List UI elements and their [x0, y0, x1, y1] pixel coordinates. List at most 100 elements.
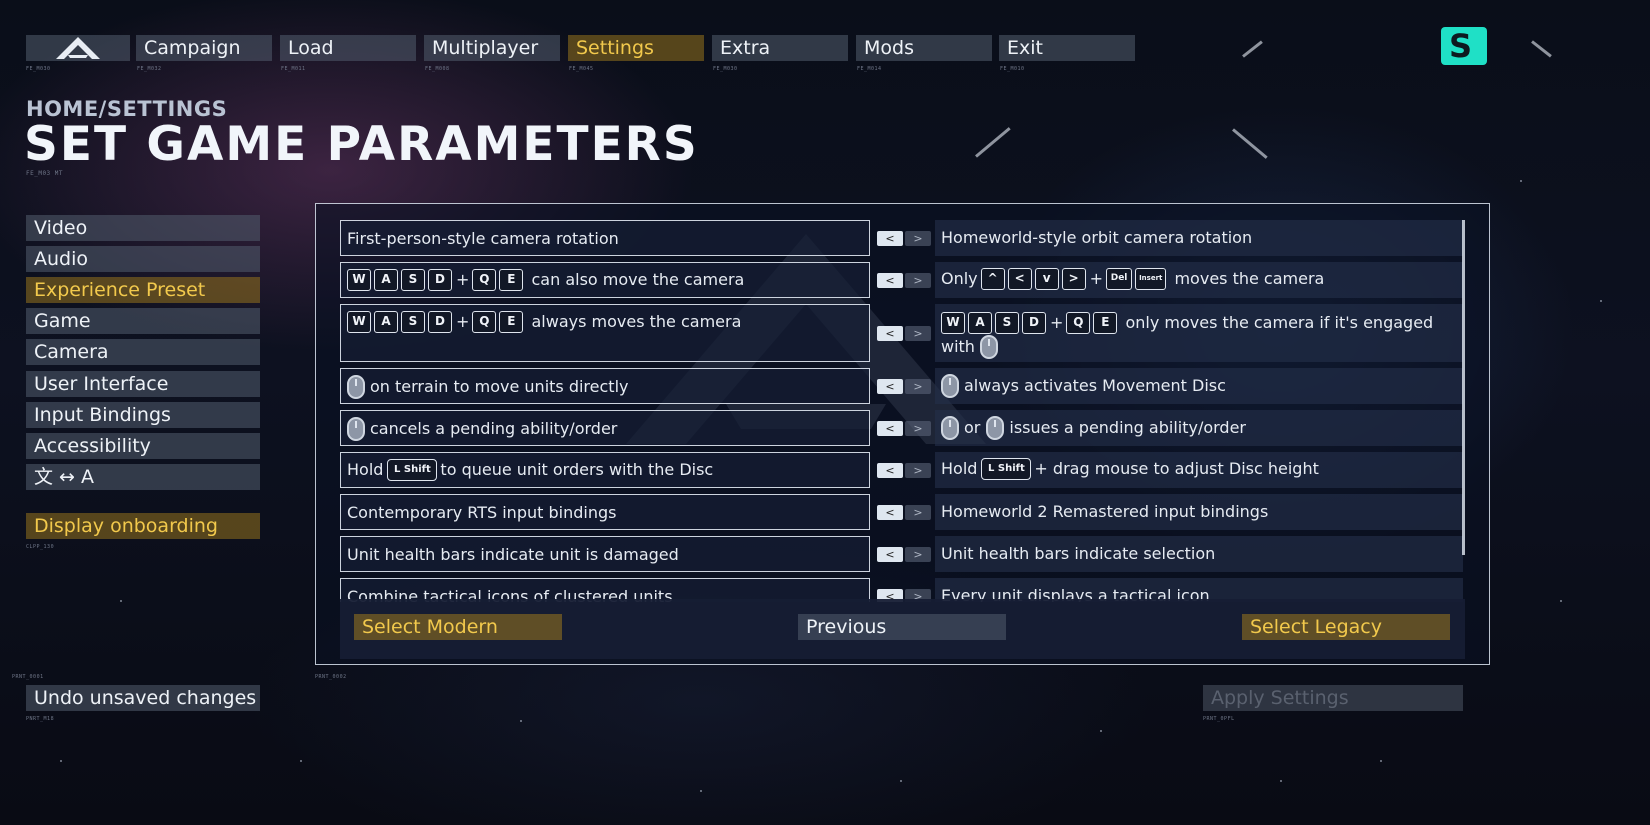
sidebar-item-accessibility[interactable]: Accessibility [26, 433, 260, 459]
toggle-right-arrow-icon[interactable]: > [905, 505, 931, 520]
sidebar-item-user-interface[interactable]: User Interface [26, 371, 260, 397]
option-text: First-person-style camera rotation [347, 229, 619, 248]
option-text: Homeworld-style orbit camera rotation [941, 228, 1253, 247]
options-list: First-person-style camera rotation < > H… [340, 220, 1465, 602]
option-toggle[interactable]: < > [877, 326, 931, 341]
undo-code: PNRT_M18 [26, 716, 55, 722]
key-q: Q [1066, 311, 1091, 334]
toggle-right-arrow-icon[interactable]: > [905, 463, 931, 478]
toggle-right-arrow-icon[interactable]: > [905, 231, 931, 246]
nav-code: FE_M011 [281, 66, 306, 72]
toggle-right-arrow-icon[interactable]: > [905, 547, 931, 562]
key-w: W [347, 311, 371, 333]
toggle-left-arrow-icon[interactable]: < [877, 421, 903, 436]
nav-code: FE_M030 [713, 66, 738, 72]
nav-home-logo-button[interactable] [26, 35, 130, 61]
deco-slash [975, 127, 1011, 158]
option-toggle[interactable]: < > [877, 379, 931, 394]
key-s: S [995, 311, 1019, 334]
option-left[interactable]: cancels a pending ability/order [340, 410, 870, 446]
option-row-queue-orders: Hold L Shift to queue unit orders with the… [340, 452, 1465, 488]
mouse-left-click-icon [941, 416, 959, 440]
nav-settings-button[interactable]: Settings [568, 35, 704, 61]
key-d: D [428, 269, 452, 291]
toggle-right-arrow-icon[interactable]: > [905, 379, 931, 394]
option-row-camera-move-keys: W A S D + Q E can also move the camera < > Onl… [340, 262, 1465, 298]
key-w: W [347, 269, 371, 291]
nav-code: FE_M014 [857, 66, 882, 72]
option-toggle[interactable]: < > [877, 547, 931, 562]
option-right[interactable]: or issues a pending ability/order [935, 410, 1463, 446]
deco-slash [1232, 128, 1268, 159]
deco-slash [1242, 40, 1263, 58]
toggle-left-arrow-icon[interactable]: < [877, 273, 903, 288]
option-toggle[interactable]: < > [877, 421, 931, 436]
panel-code-left: PRNT_0001 [12, 674, 44, 680]
option-text: always moves the camera [531, 312, 742, 331]
sidebar-item-camera[interactable]: Camera [26, 339, 260, 365]
option-right[interactable]: W A S D + Q E only moves the camera if it's en… [935, 304, 1463, 362]
sidebar-item-input-bindings[interactable]: Input Bindings [26, 402, 260, 428]
nav-multiplayer-button[interactable]: Multiplayer [424, 35, 560, 61]
toggle-left-arrow-icon[interactable]: < [877, 463, 903, 478]
option-toggle[interactable]: < > [877, 505, 931, 520]
toggle-right-arrow-icon[interactable]: > [905, 421, 931, 436]
select-legacy-button[interactable]: Select Legacy [1242, 614, 1450, 640]
toggle-left-arrow-icon[interactable]: < [877, 505, 903, 520]
option-text: Contemporary RTS input bindings [347, 503, 617, 522]
toggle-right-arrow-icon[interactable]: > [905, 326, 931, 341]
undo-unsaved-changes-button[interactable]: Undo unsaved changes [26, 685, 260, 711]
sidebar-item-language[interactable]: 文 ↔ A [26, 464, 260, 490]
plus-sign: + [456, 312, 470, 331]
option-right[interactable]: Only ^ < v > + Del Insert moves the camera [935, 262, 1463, 298]
nav-mods-button[interactable]: Mods [856, 35, 992, 61]
experience-preset-panel: First-person-style camera rotation < > H… [315, 203, 1490, 665]
option-toggle[interactable]: < > [877, 231, 931, 246]
option-right[interactable]: Hold L Shift + drag mouse to adjust Disc h… [935, 452, 1463, 488]
plus-sign: + [456, 270, 470, 289]
sidebar-item-game[interactable]: Game [26, 308, 260, 334]
option-toggle[interactable]: < > [877, 463, 931, 478]
option-left[interactable]: Hold L Shift to queue unit orders with the… [340, 452, 870, 488]
previous-button[interactable]: Previous [798, 614, 1006, 640]
option-left[interactable]: on terrain to move units directly [340, 368, 870, 404]
options-scrollbar[interactable] [1462, 220, 1465, 555]
option-right[interactable]: Homeworld 2 Remastered input bindings [935, 494, 1463, 530]
option-left[interactable]: W A S D + Q E always moves the camera [340, 304, 870, 362]
arrow-left-key-icon: < [1007, 268, 1032, 290]
option-right[interactable]: always activates Movement Disc [935, 368, 1463, 404]
option-text: Unit health bars indicate selection [941, 544, 1216, 563]
key-d: D [1022, 311, 1046, 334]
sidebar-item-audio[interactable]: Audio [26, 246, 260, 272]
option-left[interactable]: Contemporary RTS input bindings [340, 494, 870, 530]
nav-campaign-button[interactable]: Campaign [136, 35, 272, 61]
toggle-left-arrow-icon[interactable]: < [877, 231, 903, 246]
option-text: on terrain to move units directly [370, 377, 629, 396]
toggle-left-arrow-icon[interactable]: < [877, 326, 903, 341]
page-title: SET GAME PARAMETERS [24, 117, 699, 172]
nav-extra-button[interactable]: Extra [712, 35, 848, 61]
option-left[interactable]: First-person-style camera rotation [340, 220, 870, 256]
toggle-right-arrow-icon[interactable]: > [905, 273, 931, 288]
nav-load-button[interactable]: Load [280, 35, 416, 61]
nav-code: FE_M008 [425, 66, 450, 72]
option-right[interactable]: Homeworld-style orbit camera rotation [935, 220, 1463, 256]
publisher-logo: S [1441, 27, 1487, 65]
mouse-click-icon [347, 375, 365, 399]
key-d: D [428, 311, 452, 333]
display-onboarding-button[interactable]: Display onboarding [26, 513, 260, 539]
apply-settings-button[interactable]: Apply Settings [1203, 685, 1463, 711]
option-left[interactable]: Unit health bars indicate unit is damage… [340, 536, 870, 572]
nav-exit-button[interactable]: Exit [999, 35, 1135, 61]
nav-code: FE_M045 [569, 66, 594, 72]
toggle-left-arrow-icon[interactable]: < [877, 379, 903, 394]
select-modern-button[interactable]: Select Modern [354, 614, 562, 640]
option-right[interactable]: Unit health bars indicate selection [935, 536, 1463, 572]
sidebar-item-experience-preset[interactable]: Experience Preset [26, 277, 260, 303]
option-left[interactable]: W A S D + Q E can also move the camera [340, 262, 870, 298]
option-row-pending-order: cancels a pending ability/order < > or is… [340, 410, 1465, 446]
key-w: W [941, 311, 965, 334]
toggle-left-arrow-icon[interactable]: < [877, 547, 903, 562]
option-toggle[interactable]: < > [877, 273, 931, 288]
sidebar-item-video[interactable]: Video [26, 215, 260, 241]
